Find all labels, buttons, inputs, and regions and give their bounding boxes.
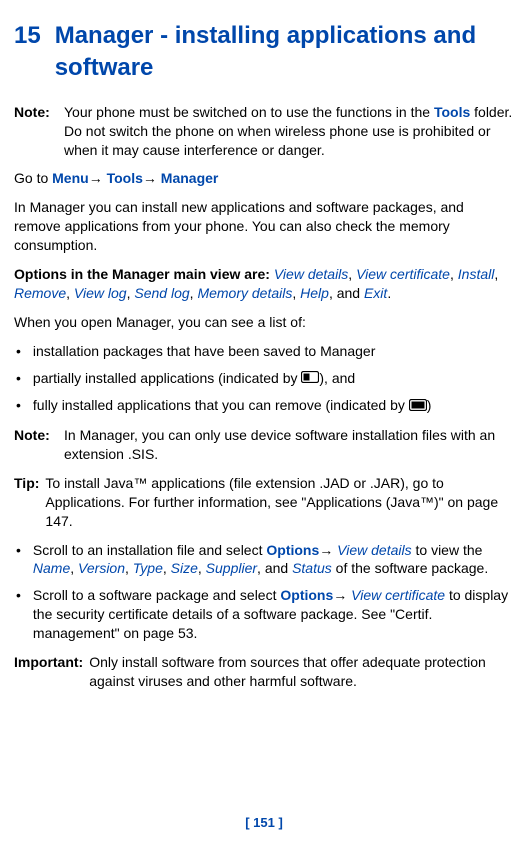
sep: , bbox=[66, 285, 74, 301]
sep: , bbox=[292, 285, 300, 301]
menu-link: Menu bbox=[52, 170, 89, 186]
option-item: Install bbox=[458, 266, 495, 282]
page-number: [ 151 ] bbox=[0, 814, 528, 832]
option-item: Help bbox=[300, 285, 329, 301]
goto-line: Go to Menu→ Tools→ Manager bbox=[14, 169, 514, 188]
note-block-2: Note: In Manager, you can only use devic… bbox=[14, 426, 514, 464]
view-certificate-link: View certificate bbox=[351, 587, 445, 603]
bullet-icon: • bbox=[16, 541, 21, 579]
goto-prefix: Go to bbox=[14, 170, 52, 186]
and-text: and bbox=[265, 560, 288, 576]
important-label: Important: bbox=[14, 653, 83, 691]
bullet-icon: • bbox=[16, 342, 21, 361]
note-block-1: Note: Your phone must be switched on to … bbox=[14, 103, 514, 160]
bullet-text: partially installed applications (indica… bbox=[33, 369, 514, 389]
list-item: • fully installed applications that you … bbox=[14, 396, 514, 416]
b2-pre: partially installed applications (indica… bbox=[33, 370, 301, 386]
bullet-text: Scroll to a software package and select … bbox=[33, 586, 514, 643]
bullet-list-2: • Scroll to an installation file and sel… bbox=[14, 541, 514, 643]
option-item: Send log bbox=[134, 285, 189, 301]
tools-link-2: Tools bbox=[107, 170, 143, 186]
view-details-link: View details bbox=[337, 542, 411, 558]
arrow-icon: → bbox=[89, 169, 103, 188]
field-item: Supplier bbox=[206, 560, 257, 576]
b3-post: ) bbox=[427, 397, 432, 413]
list-item: • partially installed applications (indi… bbox=[14, 369, 514, 389]
option-item: View log bbox=[74, 285, 127, 301]
tip-body: To install Java™ applications (file exte… bbox=[45, 474, 514, 531]
and-text: and bbox=[337, 285, 360, 301]
sep: , bbox=[450, 266, 458, 282]
note-label: Note: bbox=[14, 103, 56, 160]
option-item: Memory details bbox=[197, 285, 292, 301]
arrow-icon: → bbox=[333, 587, 351, 603]
field-item: Version bbox=[78, 560, 125, 576]
bullet-text: installation packages that have been sav… bbox=[33, 342, 514, 361]
note-label: Note: bbox=[14, 426, 56, 464]
note-body: Your phone must be switched on to use th… bbox=[64, 103, 514, 160]
field-item: Status bbox=[292, 560, 332, 576]
b21-mid: to view the bbox=[412, 542, 483, 558]
important-block: Important: Only install software from so… bbox=[14, 653, 514, 691]
sep: , bbox=[494, 266, 498, 282]
list-item: • Scroll to a software package and selec… bbox=[14, 586, 514, 643]
bullet-text: fully installed applications that you ca… bbox=[33, 396, 514, 416]
bullet-list-1: • installation packages that have been s… bbox=[14, 342, 514, 416]
options-link: Options bbox=[266, 542, 319, 558]
list-item: • Scroll to an installation file and sel… bbox=[14, 541, 514, 579]
bullet-text: Scroll to an installation file and selec… bbox=[33, 541, 514, 579]
note1-pre: Your phone must be switched on to use th… bbox=[64, 104, 434, 120]
field-item: Name bbox=[33, 560, 70, 576]
list-item: • installation packages that have been s… bbox=[14, 342, 514, 361]
options-link: Options bbox=[280, 587, 333, 603]
sep: , bbox=[348, 266, 356, 282]
manager-link: Manager bbox=[161, 170, 219, 186]
b2-post: ), and bbox=[319, 370, 355, 386]
bullet-icon: • bbox=[16, 369, 21, 389]
bullet-icon: • bbox=[16, 586, 21, 643]
options-prefix: Options in the Manager main view are: bbox=[14, 266, 274, 282]
options-paragraph: Options in the Manager main view are: Vi… bbox=[14, 265, 514, 303]
important-body: Only install software from sources that … bbox=[89, 653, 514, 691]
option-item: View details bbox=[274, 266, 348, 282]
note-body: In Manager, you can only use device soft… bbox=[64, 426, 514, 464]
list-intro: When you open Manager, you can see a lis… bbox=[14, 313, 514, 332]
option-item: Remove bbox=[14, 285, 66, 301]
b21-post: of the software package. bbox=[332, 560, 488, 576]
full-install-icon bbox=[409, 397, 427, 416]
chapter-number: 15 bbox=[14, 20, 41, 52]
field-item: Type bbox=[133, 560, 163, 576]
tip-label: Tip: bbox=[14, 474, 39, 531]
arrow-icon: → bbox=[319, 542, 337, 558]
tools-link: Tools bbox=[434, 104, 470, 120]
intro-paragraph: In Manager you can install new applicati… bbox=[14, 198, 514, 255]
arrow-icon: → bbox=[143, 169, 157, 188]
b3-pre: fully installed applications that you ca… bbox=[33, 397, 409, 413]
partial-install-icon bbox=[301, 369, 319, 388]
field-item: Size bbox=[171, 560, 198, 576]
option-item: View certificate bbox=[356, 266, 450, 282]
bullet-icon: • bbox=[16, 396, 21, 416]
tip-block: Tip: To install Java™ applications (file… bbox=[14, 474, 514, 531]
chapter-heading-text: Manager - installing applications and so… bbox=[55, 20, 514, 85]
chapter-title: 15 Manager - installing applications and… bbox=[14, 20, 514, 85]
b21-pre: Scroll to an installation file and selec… bbox=[33, 542, 266, 558]
sep: , bbox=[329, 285, 337, 301]
b22-pre: Scroll to a software package and select bbox=[33, 587, 280, 603]
option-item: Exit bbox=[364, 285, 387, 301]
